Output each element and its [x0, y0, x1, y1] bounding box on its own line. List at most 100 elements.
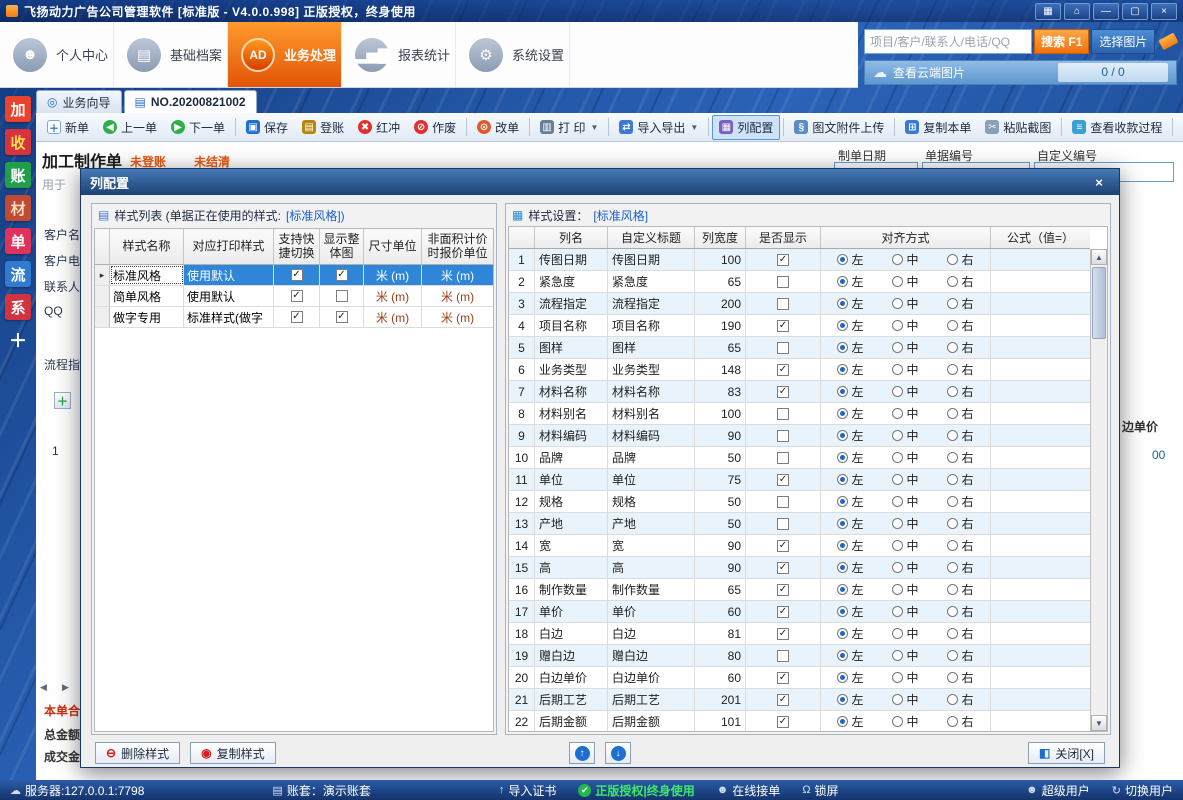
checkbox[interactable]: ✓ [777, 364, 789, 376]
formula-cell[interactable] [991, 425, 1090, 446]
radio-icon[interactable] [837, 452, 848, 463]
custom-title-cell[interactable]: 后期金额 [608, 711, 695, 731]
checkbox[interactable] [777, 276, 789, 288]
align-option[interactable]: 左 [837, 537, 863, 554]
radio-icon[interactable] [837, 408, 848, 419]
align-option[interactable]: 右 [947, 603, 973, 620]
radio-icon[interactable] [892, 606, 903, 617]
radio-icon[interactable] [947, 408, 958, 419]
radio-icon[interactable] [837, 276, 848, 287]
radio-icon[interactable] [947, 672, 958, 683]
style-list-column-header[interactable]: 尺寸单位 [364, 229, 422, 264]
grid-scroll-right-icon[interactable]: ▶ [62, 682, 69, 693]
align-option[interactable]: 左 [837, 559, 863, 576]
statusbar-item-import-cert[interactable]: ↑导入证书 [499, 782, 557, 799]
align-option[interactable]: 右 [947, 581, 973, 598]
custom-title-cell[interactable]: 材料别名 [608, 403, 695, 424]
align-option[interactable]: 右 [947, 317, 973, 334]
style-settings-row[interactable]: 5图样图样65左中右 [509, 337, 1090, 359]
align-option[interactable]: 中 [892, 361, 918, 378]
align-option[interactable]: 左 [837, 405, 863, 422]
style-settings-row[interactable]: 18白边白边81✓左中右 [509, 623, 1090, 645]
radio-icon[interactable] [837, 694, 848, 705]
quote-unit-cell[interactable]: 米 (m) [422, 286, 493, 306]
formula-cell[interactable] [991, 469, 1090, 490]
align-option[interactable]: 左 [837, 581, 863, 598]
style-settings-row[interactable]: 9材料编码材料编码90左中右 [509, 425, 1090, 447]
radio-icon[interactable] [947, 606, 958, 617]
checkbox[interactable]: ✓ [777, 672, 789, 684]
custom-title-cell[interactable]: 产地 [608, 513, 695, 534]
radio-icon[interactable] [892, 408, 903, 419]
formula-cell[interactable] [991, 315, 1090, 336]
checkbox[interactable]: ✓ [777, 320, 789, 332]
scrollbar-track[interactable] [1091, 265, 1107, 715]
column-name-cell[interactable]: 后期工艺 [535, 689, 608, 710]
style-settings-row[interactable]: 17单价单价60✓左中右 [509, 601, 1090, 623]
grid-scroll-left-icon[interactable]: ◀ [40, 682, 47, 693]
tab-document-no[interactable]: ▤ NO.20200821002 [124, 90, 257, 113]
search-input[interactable] [864, 29, 1032, 54]
formula-cell[interactable] [991, 381, 1090, 402]
style-settings-row[interactable]: 22后期金额后期金额101✓左中右 [509, 711, 1090, 731]
radio-icon[interactable] [892, 672, 903, 683]
style-settings-column-header[interactable]: 列宽度 [695, 227, 746, 248]
checkbox[interactable]: ✓ [777, 716, 789, 728]
column-width-cell[interactable]: 190 [695, 315, 746, 336]
style-name-cell[interactable]: 简单风格 [110, 286, 184, 306]
align-option[interactable]: 右 [947, 339, 973, 356]
custom-title-cell[interactable]: 业务类型 [608, 359, 695, 380]
radio-icon[interactable] [837, 386, 848, 397]
column-name-cell[interactable]: 流程指定 [535, 293, 608, 314]
size-unit-cell[interactable]: 米 (m) [364, 307, 422, 327]
align-option[interactable]: 右 [947, 669, 973, 686]
ribbon-tab-system-settings[interactable]: ⚙系统设置 [456, 22, 570, 87]
align-option[interactable]: 中 [892, 581, 918, 598]
style-settings-column-header[interactable]: 公式（值=） [991, 227, 1090, 248]
align-option[interactable]: 右 [947, 405, 973, 422]
radio-icon[interactable] [892, 386, 903, 397]
style-settings-row[interactable]: 14宽宽90✓左中右 [509, 535, 1090, 557]
radio-icon[interactable] [947, 254, 958, 265]
radio-icon[interactable] [892, 716, 903, 727]
radio-icon[interactable] [892, 254, 903, 265]
close-dialog-button[interactable]: ◧ 关闭[X] [1028, 742, 1105, 764]
custom-title-cell[interactable]: 品牌 [608, 447, 695, 468]
custom-title-cell[interactable]: 单价 [608, 601, 695, 622]
align-option[interactable]: 右 [947, 493, 973, 510]
dialog-close-icon[interactable]: × [1088, 173, 1110, 191]
style-name-cell[interactable]: 标准风格 [110, 265, 184, 285]
radio-icon[interactable] [947, 562, 958, 573]
statusbar-item-license[interactable]: ✔正版授权|终身使用 [578, 782, 694, 799]
radio-icon[interactable] [837, 320, 848, 331]
statusbar-item-switch-user[interactable]: ↻切换用户 [1112, 782, 1173, 799]
checkbox[interactable]: ✓ [777, 606, 789, 618]
align-option[interactable]: 左 [837, 383, 863, 400]
statusbar-item-super-user[interactable]: ☻超级用户 [1026, 782, 1090, 799]
checkbox[interactable] [777, 430, 789, 442]
custom-title-cell[interactable]: 后期工艺 [608, 689, 695, 710]
align-option[interactable]: 右 [947, 471, 973, 488]
align-option[interactable]: 左 [837, 713, 863, 730]
style-settings-row[interactable]: 19赠白边赠白边80左中右 [509, 645, 1090, 667]
ribbon-tab-basic-archives[interactable]: ▤基础档案 [114, 22, 228, 87]
style-settings-column-header[interactable]: 对齐方式 [821, 227, 991, 248]
sidebar-item-dan[interactable]: 单 [5, 228, 31, 254]
align-option[interactable]: 中 [892, 625, 918, 642]
sidebar-item-add[interactable]: ＋ [5, 327, 31, 353]
style-list-column-header[interactable]: 对应打印样式 [184, 229, 274, 264]
align-option[interactable]: 左 [837, 515, 863, 532]
align-option[interactable]: 左 [837, 427, 863, 444]
radio-icon[interactable] [892, 320, 903, 331]
align-option[interactable]: 左 [837, 251, 863, 268]
column-name-cell[interactable]: 品牌 [535, 447, 608, 468]
align-option[interactable]: 中 [892, 559, 918, 576]
formula-cell[interactable] [991, 513, 1090, 534]
radio-icon[interactable] [892, 562, 903, 573]
align-option[interactable]: 中 [892, 449, 918, 466]
print-style-cell[interactable]: 使用默认 [184, 286, 274, 306]
radio-icon[interactable] [947, 276, 958, 287]
column-name-cell[interactable]: 单价 [535, 601, 608, 622]
align-option[interactable]: 中 [892, 713, 918, 730]
align-option[interactable]: 中 [892, 471, 918, 488]
